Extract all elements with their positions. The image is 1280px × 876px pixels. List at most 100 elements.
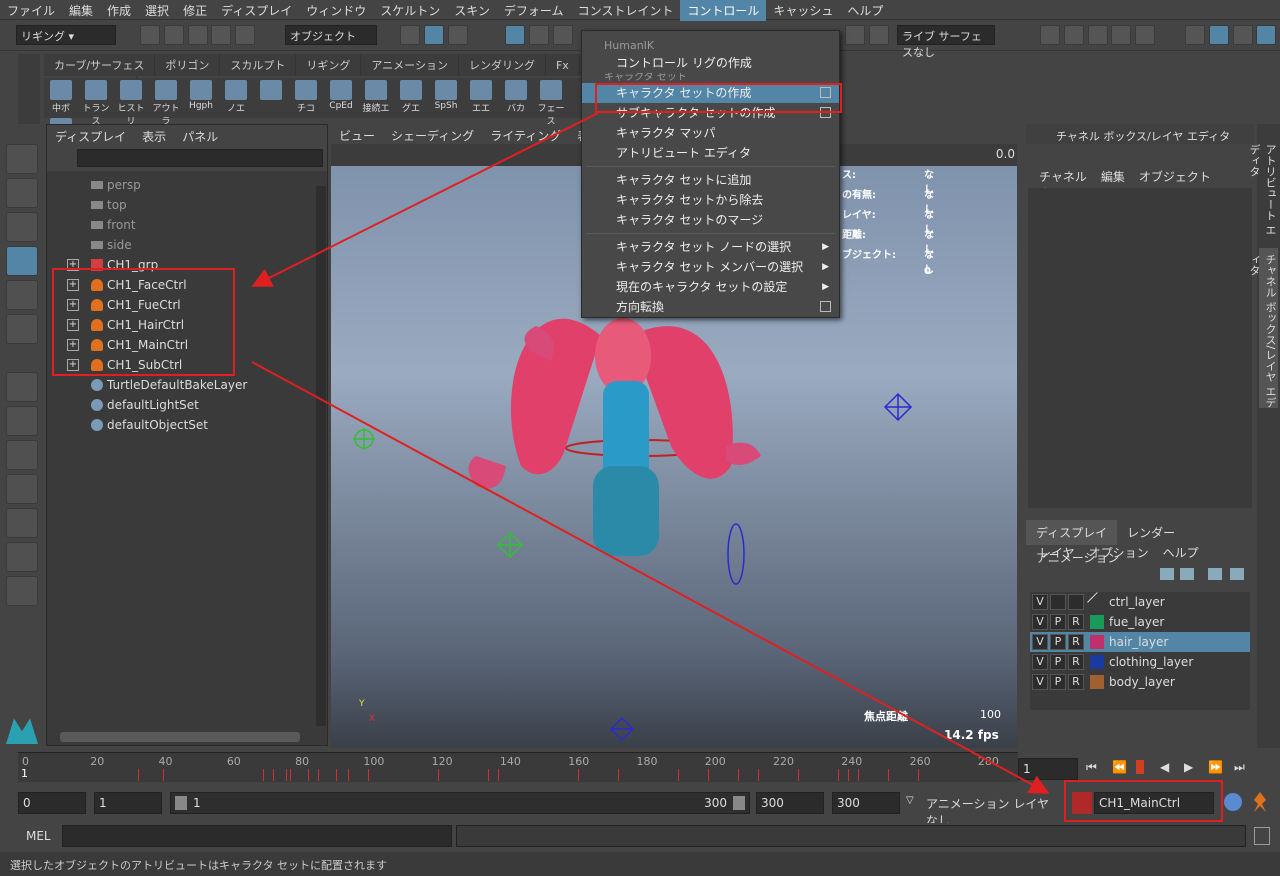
rotate-tool-icon[interactable] — [6, 280, 38, 310]
goto-start-icon[interactable]: ⏮ — [1086, 760, 1097, 775]
range-slider-handle-left[interactable] — [175, 796, 187, 810]
outliner-camera-front[interactable]: front — [47, 215, 327, 235]
menu-13[interactable]: ヘルプ — [840, 0, 890, 21]
layer-tab-1[interactable]: レンダー — [1117, 520, 1185, 545]
shelf-button-7[interactable]: チコ — [289, 78, 323, 116]
select-hierarchy-icon[interactable] — [400, 25, 420, 45]
shelf-tab-2[interactable]: スカルプト — [220, 54, 297, 76]
ipr-icon[interactable] — [868, 25, 889, 45]
lasso-tool-icon[interactable] — [6, 178, 38, 208]
play-forward-icon[interactable]: ▶ — [1184, 760, 1193, 774]
scale-tool-icon[interactable] — [6, 314, 38, 344]
range-slider[interactable]: 1 300 — [170, 792, 750, 814]
playback-toggle[interactable]: P — [1050, 674, 1066, 690]
outliner-search-input[interactable] — [77, 149, 323, 167]
layer-menu-0[interactable]: レイヤ — [1032, 544, 1082, 561]
animation-start-field[interactable]: 0 — [18, 792, 86, 814]
menu-1[interactable]: 編集 — [62, 0, 100, 21]
menu-item-items3-0[interactable]: キャラクタ セット ノードの選択 ▶ — [582, 237, 839, 257]
current-frame-field[interactable]: 1 — [1018, 758, 1078, 780]
select-component-icon[interactable] — [447, 25, 468, 45]
menu-6[interactable]: ウィンドウ — [299, 0, 373, 21]
menu-7[interactable]: スケルトン — [373, 0, 447, 21]
shelf-button-13[interactable]: バカ — [499, 78, 533, 116]
shelf-button-5[interactable]: ノエ — [219, 78, 253, 116]
paint-select-tool-icon[interactable] — [6, 212, 38, 242]
outliner-menu-1[interactable]: 表示 — [134, 125, 174, 148]
playback-toggle[interactable]: P — [1050, 634, 1066, 650]
menu-3[interactable]: 選択 — [138, 0, 176, 21]
four-view-layout-icon[interactable] — [6, 406, 38, 436]
render-view-icon[interactable] — [1040, 25, 1060, 45]
snap-point-icon[interactable] — [552, 25, 573, 45]
play-back-icon[interactable]: ◀ — [1160, 760, 1169, 774]
playback-toggle[interactable]: P — [1050, 654, 1066, 670]
shelf-button-3[interactable]: アウトラ — [149, 78, 183, 127]
outliner-set[interactable]: defaultObjectSet — [47, 415, 327, 435]
hypershade-layout-icon[interactable] — [6, 542, 38, 572]
reference-toggle[interactable]: R — [1068, 654, 1084, 670]
new-layer-selected-icon[interactable] — [1230, 568, 1244, 580]
channel-box-icon[interactable] — [1256, 25, 1277, 45]
shelf-button-10[interactable]: グエ — [394, 78, 428, 116]
layer-tab-0[interactable]: ディスプレイ — [1026, 520, 1118, 545]
live-surface-field[interactable]: ライブ サーフェスなし — [897, 25, 995, 59]
render-settings-icon[interactable] — [1111, 25, 1132, 45]
menu-item-items-3[interactable]: アトリビュート エディタ — [582, 143, 839, 163]
layer-row[interactable]: V P Rclothing_layer — [1030, 652, 1250, 672]
menu-item-items-2[interactable]: キャラクタ マッパ — [582, 123, 839, 143]
shelf-button-1[interactable]: トランス — [79, 78, 113, 127]
menu-item-items3-2[interactable]: 現在のキャラクタ セットの設定 ▶ — [582, 277, 839, 297]
snap-curve-icon[interactable] — [528, 25, 549, 45]
shelf-tab-3[interactable]: リギング — [296, 54, 362, 76]
mode-selector[interactable]: リギング ▾ — [16, 25, 116, 45]
playback-start-field[interactable]: 1 — [94, 792, 162, 814]
outliner-layout-icon[interactable] — [6, 474, 38, 504]
channel-box-menu-2[interactable]: オブジェクト — [1132, 168, 1218, 185]
outliner-scrollbar[interactable] — [316, 186, 326, 726]
layer-menu-1[interactable]: オプション — [1082, 544, 1156, 561]
range-slider-handle-right[interactable] — [733, 796, 745, 810]
layer-row[interactable]: V P Rhair_layer — [1030, 632, 1250, 652]
menu-8[interactable]: スキン — [447, 0, 497, 21]
shelf-button-0[interactable]: 中ボ — [44, 78, 78, 116]
reference-toggle[interactable]: R — [1068, 634, 1084, 650]
menu-2[interactable]: 作成 — [100, 0, 138, 21]
single-view-layout-icon[interactable] — [6, 372, 38, 402]
visibility-toggle[interactable]: V — [1032, 594, 1048, 610]
outliner-set[interactable]: TurtleDefaultBakeLayer — [47, 375, 327, 395]
layer-move-up-icon[interactable] — [1160, 568, 1174, 580]
undo-icon[interactable] — [211, 25, 232, 45]
menu-item-items2-0[interactable]: キャラクタ セットに追加 — [582, 170, 839, 190]
outliner-camera-persp[interactable]: persp — [47, 175, 327, 195]
reference-toggle[interactable]: R — [1068, 674, 1084, 690]
shelf-button-9[interactable]: 接続エ — [359, 78, 393, 116]
move-tool-icon[interactable] — [6, 246, 38, 276]
two-view-layout-icon[interactable] — [6, 440, 38, 470]
shelf-button-14[interactable]: フェース — [534, 78, 568, 127]
menu-10[interactable]: コンストレイント — [571, 0, 681, 21]
object-combo[interactable]: オブジェクト — [285, 25, 377, 45]
visibility-toggle[interactable]: V — [1032, 654, 1048, 670]
menu-item-items3-1[interactable]: キャラクタ セット メンバーの選択 ▶ — [582, 257, 839, 277]
menu-9[interactable]: デフォーム — [497, 0, 571, 21]
shelf-button-6[interactable] — [254, 78, 288, 116]
attribute-editor-icon[interactable] — [1208, 25, 1229, 45]
animation-end-field[interactable]: 300 — [832, 792, 900, 814]
channel-box-side-tab[interactable]: チャネル ボックス/レイヤ エディタ — [1248, 248, 1278, 408]
option-box-icon[interactable] — [820, 301, 831, 312]
auto-key-icon[interactable] — [1224, 793, 1242, 811]
shelf-tab-5[interactable]: レンダリング — [459, 54, 546, 76]
shelf-menu-handle[interactable] — [18, 54, 40, 124]
reference-toggle[interactable] — [1068, 594, 1084, 610]
goto-end-icon[interactable]: ⏭ — [1234, 760, 1245, 775]
open-scene-icon[interactable] — [163, 25, 184, 45]
render-icon[interactable] — [845, 25, 865, 45]
shelf-tab-0[interactable]: カーブ/サーフェス — [44, 54, 156, 76]
select-tool-icon[interactable] — [6, 144, 38, 174]
shelf-button-11[interactable]: SpSh — [429, 78, 463, 116]
menu-12[interactable]: キャッシュ — [766, 0, 840, 21]
graph-layout-icon[interactable] — [6, 508, 38, 538]
anim-layer-dropdown-icon[interactable]: ▽ — [906, 795, 914, 806]
shelf-tab-6[interactable]: Fx — [546, 56, 580, 75]
